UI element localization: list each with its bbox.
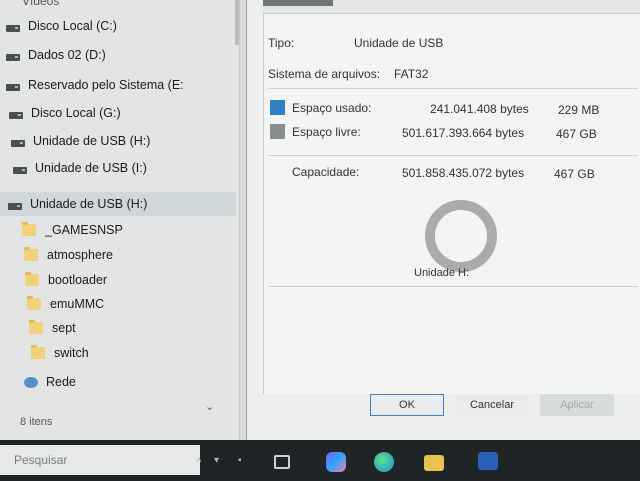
free-space-label: Espaço livre: — [292, 125, 361, 139]
used-space-label: Espaço usado: — [292, 101, 372, 115]
used-space-short: 229 MB — [558, 103, 600, 117]
file-explorer-icon[interactable] — [424, 455, 444, 471]
dialog-tab-strip — [263, 0, 640, 14]
drive-caption: Unidade H: — [414, 267, 470, 279]
nav-item-folder-emummc[interactable]: emuMMC — [0, 292, 236, 316]
nav-item-label: Disco Local (G:) — [31, 106, 121, 120]
filesystem-label: Sistema de arquivos: — [268, 67, 381, 81]
folder-icon — [24, 247, 38, 261]
nav-item-label: Dados 02 (D:) — [28, 48, 106, 62]
nav-item-folder-sept[interactable]: sept — [0, 316, 236, 340]
capacity-bytes: 501.858.435.072 bytes — [402, 166, 525, 180]
chevron-up-icon[interactable]: ˄ — [196, 455, 202, 466]
divider — [268, 88, 638, 89]
tray-icon[interactable]: ▪ — [238, 455, 242, 466]
divider — [268, 286, 638, 287]
nav-item-disco-local-c[interactable]: Disco Local (C:) — [0, 14, 236, 38]
navigation-pane: Vídeos Disco Local (C:) Dados 02 (D:) Re… — [0, 0, 240, 440]
drive-icon — [11, 139, 25, 147]
chevron-down-icon[interactable]: ⌄ — [205, 400, 214, 413]
nav-item-unidade-usb-i[interactable]: Unidade de USB (I:) — [0, 156, 236, 180]
free-space-short: 467 GB — [556, 127, 597, 141]
nav-item-rede[interactable]: Rede — [0, 370, 236, 394]
properties-dialog: Tipo: Unidade de USB Sistema de arquivos… — [246, 0, 640, 440]
active-tab-edge — [263, 0, 333, 6]
nav-item-disco-local-g[interactable]: Disco Local (G:) — [0, 101, 236, 125]
type-label: Tipo: — [268, 36, 295, 50]
nav-item-label: atmosphere — [47, 248, 114, 262]
nav-item-label: Rede — [46, 375, 76, 389]
nav-item-videos-clipped[interactable]: Vídeos — [22, 0, 59, 8]
nav-item-reservado-pelo-sistema-e[interactable]: Reservado pelo Sistema (E: — [0, 73, 236, 97]
drive-icon — [13, 166, 27, 174]
copilot-icon[interactable] — [326, 452, 346, 472]
free-space-color-swatch — [270, 124, 285, 139]
nav-item-folder-bootloader[interactable]: bootloader — [0, 268, 236, 292]
word-icon[interactable] — [478, 452, 498, 470]
nav-item-folder-gamesnsp[interactable]: _GAMESNSP — [0, 218, 236, 242]
edge-icon[interactable] — [374, 452, 394, 472]
nav-item-unidade-usb-h[interactable]: Unidade de USB (H:) — [0, 129, 236, 153]
cancel-button[interactable]: Cancelar — [455, 394, 529, 416]
capacity-label: Capacidade: — [292, 165, 360, 179]
free-space-bytes: 501.617.393.664 bytes — [402, 126, 525, 140]
item-count-status: 8 itens — [20, 416, 53, 428]
folder-icon — [25, 272, 39, 286]
nav-scrollbar-thumb[interactable] — [235, 0, 239, 45]
drive-icon — [6, 83, 20, 91]
nav-item-label: Unidade de USB (H:) — [30, 197, 148, 211]
nav-item-folder-atmosphere[interactable]: atmosphere — [0, 243, 236, 267]
drive-icon — [6, 24, 20, 32]
search-placeholder: Pesquisar — [14, 453, 68, 467]
nav-item-label: emuMMC — [50, 297, 105, 311]
nav-item-label: Reservado pelo Sistema (E: — [28, 78, 184, 92]
nav-item-label: switch — [54, 346, 89, 360]
filesystem-value: FAT32 — [394, 67, 429, 81]
nav-item-label: sept — [52, 321, 76, 335]
folder-icon — [31, 345, 45, 359]
taskbar-search-box[interactable]: Pesquisar — [0, 445, 200, 475]
usage-donut-chart — [425, 200, 497, 272]
folder-icon — [22, 222, 36, 236]
tray-icon[interactable]: ▾ — [214, 455, 219, 466]
nav-item-unidade-usb-h-selected[interactable]: Unidade de USB (H:) — [0, 192, 236, 216]
network-icon — [24, 376, 38, 388]
general-tab-content: Tipo: Unidade de USB Sistema de arquivos… — [263, 14, 640, 394]
used-space-bytes: 241.041.408 bytes — [430, 102, 529, 116]
capacity-short: 467 GB — [554, 167, 595, 181]
ok-button[interactable]: OK — [370, 394, 444, 416]
nav-item-label: Unidade de USB (H:) — [33, 134, 151, 148]
nav-item-label: Disco Local (C:) — [28, 19, 117, 33]
nav-item-label: _GAMESNSP — [45, 223, 123, 237]
task-view-icon[interactable] — [274, 455, 290, 469]
drive-icon — [6, 53, 20, 61]
type-value: Unidade de USB — [354, 36, 444, 50]
drive-icon — [8, 202, 22, 210]
nav-item-folder-switch[interactable]: switch — [0, 341, 236, 365]
nav-item-label: bootloader — [48, 273, 108, 287]
folder-icon — [27, 296, 41, 310]
divider — [268, 155, 638, 156]
folder-icon — [29, 320, 43, 334]
nav-item-dados-02-d[interactable]: Dados 02 (D:) — [0, 43, 236, 67]
used-space-color-swatch — [270, 100, 285, 115]
nav-item-label: Unidade de USB (I:) — [35, 161, 147, 175]
drive-icon — [9, 111, 23, 119]
apply-button[interactable]: Aplicar — [540, 394, 614, 416]
